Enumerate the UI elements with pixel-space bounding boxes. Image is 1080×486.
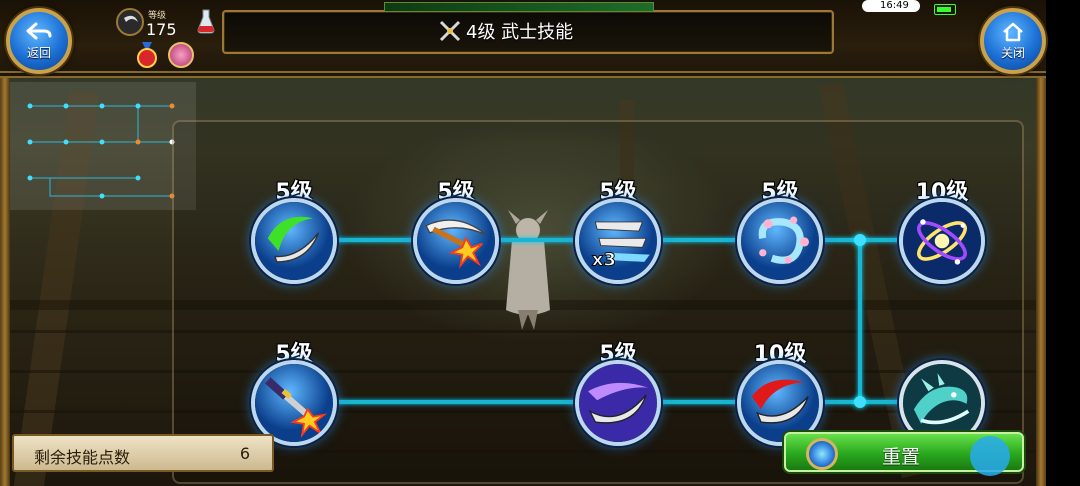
- potion-flask-icon[interactable]: [196, 8, 216, 34]
- orbit-sparkle-icon[interactable]: [899, 198, 985, 284]
- title-panel: 4级 武士技能: [222, 2, 834, 54]
- back-arrow-icon: [26, 22, 52, 39]
- x3-badge: x3: [592, 249, 616, 270]
- triple-slash-x3-icon[interactable]: x3: [575, 198, 661, 284]
- junction-node-top: [854, 234, 866, 246]
- remaining-skill-points: 剩余技能点数 6: [12, 434, 274, 472]
- points-label: 剩余技能点数: [34, 448, 131, 467]
- level-panel: 等级 175: [112, 2, 216, 74]
- back-button[interactable]: 返回: [6, 8, 72, 74]
- reset-emblem-icon: [806, 438, 838, 470]
- purple-crescent-slash-icon[interactable]: [575, 360, 661, 446]
- title-decoration: [384, 2, 654, 12]
- touch-indicator: [970, 436, 1010, 476]
- points-value: 6: [239, 444, 250, 463]
- back-label: 返回: [26, 45, 51, 60]
- status-clock: 16:49: [862, 0, 920, 12]
- close-button[interactable]: 关闭: [980, 8, 1046, 74]
- junction-node-bottom: [854, 396, 866, 408]
- reset-label: 重置: [882, 446, 921, 468]
- crescent-emblem-icon: [116, 8, 144, 36]
- blade-explosion-icon[interactable]: [413, 198, 499, 284]
- screen-edge: [1046, 0, 1080, 486]
- petal-whirl-icon[interactable]: [737, 198, 823, 284]
- frame-left: [0, 78, 10, 486]
- skill-tree-minimap[interactable]: [10, 82, 196, 210]
- page-title: 4级 武士技能: [466, 22, 574, 43]
- home-icon: [1003, 22, 1023, 41]
- medal-icon[interactable]: [136, 42, 158, 68]
- battery-icon: [934, 4, 956, 15]
- crossed-swords-icon: [439, 20, 461, 42]
- connector-vertical: [858, 240, 862, 402]
- frame-right: [1036, 78, 1046, 486]
- gift-icon[interactable]: [168, 42, 194, 68]
- level-value: 175: [146, 20, 177, 39]
- close-label: 关闭: [1000, 45, 1025, 60]
- green-crescent-slash-icon[interactable]: [251, 198, 337, 284]
